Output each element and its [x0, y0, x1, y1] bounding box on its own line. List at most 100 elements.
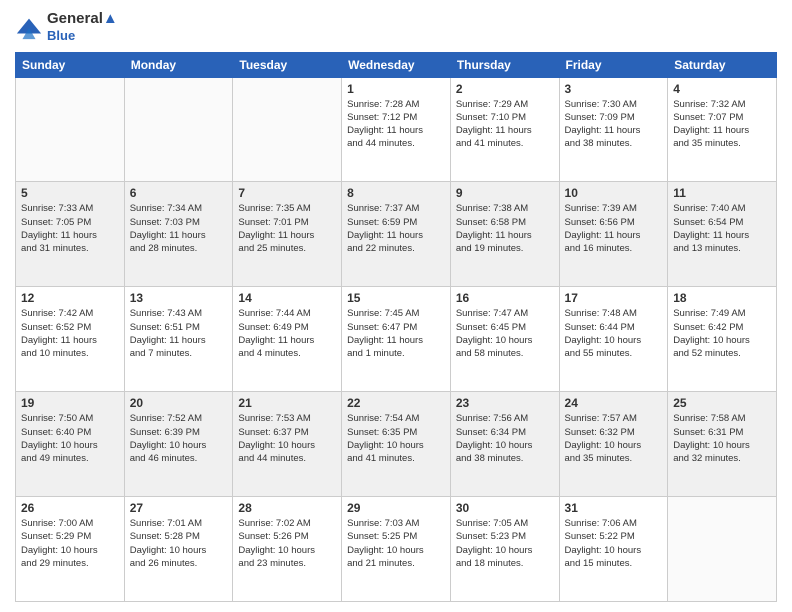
- logo-text: General▲ Blue: [47, 10, 118, 44]
- weekday-friday: Friday: [559, 52, 668, 77]
- weekday-wednesday: Wednesday: [342, 52, 451, 77]
- day-number: 1: [347, 82, 445, 96]
- day-info: Sunrise: 7:40 AM Sunset: 6:54 PM Dayligh…: [673, 202, 771, 255]
- calendar-table: SundayMondayTuesdayWednesdayThursdayFrid…: [15, 52, 777, 602]
- day-info: Sunrise: 7:52 AM Sunset: 6:39 PM Dayligh…: [130, 412, 228, 465]
- day-cell: 20 Sunrise: 7:52 AM Sunset: 6:39 PM Dayli…: [124, 392, 233, 497]
- day-info: Sunrise: 7:39 AM Sunset: 6:56 PM Dayligh…: [565, 202, 663, 255]
- day-info: Sunrise: 7:29 AM Sunset: 7:10 PM Dayligh…: [456, 98, 554, 151]
- weekday-saturday: Saturday: [668, 52, 777, 77]
- day-cell: 30 Sunrise: 7:05 AM Sunset: 5:23 PM Dayli…: [450, 497, 559, 602]
- day-info: Sunrise: 7:34 AM Sunset: 7:03 PM Dayligh…: [130, 202, 228, 255]
- day-info: Sunrise: 7:53 AM Sunset: 6:37 PM Dayligh…: [238, 412, 336, 465]
- page: General▲ Blue SundayMondayTuesdayWednesd…: [0, 0, 792, 612]
- day-cell: [668, 497, 777, 602]
- day-cell: 3 Sunrise: 7:30 AM Sunset: 7:09 PM Daylig…: [559, 77, 668, 182]
- day-number: 29: [347, 501, 445, 515]
- day-info: Sunrise: 7:58 AM Sunset: 6:31 PM Dayligh…: [673, 412, 771, 465]
- day-number: 4: [673, 82, 771, 96]
- week-row-4: 19Sunrise: 7:50 AM Sunset: 6:40 PM Dayli…: [16, 392, 777, 497]
- day-cell: 7Sunrise: 7:35 AM Sunset: 7:01 PM Daylig…: [233, 182, 342, 287]
- day-cell: 16Sunrise: 7:47 AM Sunset: 6:45 PM Dayli…: [450, 287, 559, 392]
- day-cell: 13 Sunrise: 7:43 AM Sunset: 6:51 PM Dayli…: [124, 287, 233, 392]
- weekday-monday: Monday: [124, 52, 233, 77]
- day-number: 12: [21, 291, 119, 305]
- day-info: Sunrise: 7:06 AM Sunset: 5:22 PM Dayligh…: [565, 517, 663, 570]
- day-number: 24: [565, 396, 663, 410]
- day-cell: [16, 77, 125, 182]
- day-number: 20: [130, 396, 228, 410]
- logo-icon: [15, 13, 43, 41]
- day-cell: 22Sunrise: 7:54 AM Sunset: 6:35 PM Dayli…: [342, 392, 451, 497]
- day-cell: 15 Sunrise: 7:45 AM Sunset: 6:47 PM Dayli…: [342, 287, 451, 392]
- day-cell: [233, 77, 342, 182]
- day-info: Sunrise: 7:57 AM Sunset: 6:32 PM Dayligh…: [565, 412, 663, 465]
- day-number: 28: [238, 501, 336, 515]
- day-info: Sunrise: 7:00 AM Sunset: 5:29 PM Dayligh…: [21, 517, 119, 570]
- day-cell: [124, 77, 233, 182]
- day-number: 8: [347, 186, 445, 200]
- weekday-sunday: Sunday: [16, 52, 125, 77]
- day-cell: 21 Sunrise: 7:53 AM Sunset: 6:37 PM Dayli…: [233, 392, 342, 497]
- day-cell: 25 Sunrise: 7:58 AM Sunset: 6:31 PM Dayli…: [668, 392, 777, 497]
- day-cell: 9 Sunrise: 7:38 AM Sunset: 6:58 PM Daylig…: [450, 182, 559, 287]
- day-info: Sunrise: 7:45 AM Sunset: 6:47 PM Dayligh…: [347, 307, 445, 360]
- day-info: Sunrise: 7:30 AM Sunset: 7:09 PM Dayligh…: [565, 98, 663, 151]
- day-number: 17: [565, 291, 663, 305]
- day-number: 3: [565, 82, 663, 96]
- weekday-thursday: Thursday: [450, 52, 559, 77]
- day-info: Sunrise: 7:05 AM Sunset: 5:23 PM Dayligh…: [456, 517, 554, 570]
- day-cell: 1 Sunrise: 7:28 AM Sunset: 7:12 PM Daylig…: [342, 77, 451, 182]
- day-info: Sunrise: 7:35 AM Sunset: 7:01 PM Dayligh…: [238, 202, 336, 255]
- day-number: 21: [238, 396, 336, 410]
- day-number: 31: [565, 501, 663, 515]
- day-cell: 24 Sunrise: 7:57 AM Sunset: 6:32 PM Dayli…: [559, 392, 668, 497]
- week-row-3: 12Sunrise: 7:42 AM Sunset: 6:52 PM Dayli…: [16, 287, 777, 392]
- day-number: 11: [673, 186, 771, 200]
- day-cell: 6Sunrise: 7:34 AM Sunset: 7:03 PM Daylig…: [124, 182, 233, 287]
- day-info: Sunrise: 7:01 AM Sunset: 5:28 PM Dayligh…: [130, 517, 228, 570]
- day-cell: 31 Sunrise: 7:06 AM Sunset: 5:22 PM Dayli…: [559, 497, 668, 602]
- day-cell: 14Sunrise: 7:44 AM Sunset: 6:49 PM Dayli…: [233, 287, 342, 392]
- day-cell: 17 Sunrise: 7:48 AM Sunset: 6:44 PM Dayli…: [559, 287, 668, 392]
- day-info: Sunrise: 7:37 AM Sunset: 6:59 PM Dayligh…: [347, 202, 445, 255]
- week-row-5: 26Sunrise: 7:00 AM Sunset: 5:29 PM Dayli…: [16, 497, 777, 602]
- day-info: Sunrise: 7:43 AM Sunset: 6:51 PM Dayligh…: [130, 307, 228, 360]
- day-number: 23: [456, 396, 554, 410]
- day-info: Sunrise: 7:56 AM Sunset: 6:34 PM Dayligh…: [456, 412, 554, 465]
- day-number: 10: [565, 186, 663, 200]
- weekday-tuesday: Tuesday: [233, 52, 342, 77]
- day-info: Sunrise: 7:48 AM Sunset: 6:44 PM Dayligh…: [565, 307, 663, 360]
- day-cell: 5 Sunrise: 7:33 AM Sunset: 7:05 PM Daylig…: [16, 182, 125, 287]
- day-cell: 18Sunrise: 7:49 AM Sunset: 6:42 PM Dayli…: [668, 287, 777, 392]
- day-cell: 10 Sunrise: 7:39 AM Sunset: 6:56 PM Dayli…: [559, 182, 668, 287]
- day-info: Sunrise: 7:38 AM Sunset: 6:58 PM Dayligh…: [456, 202, 554, 255]
- day-info: Sunrise: 7:02 AM Sunset: 5:26 PM Dayligh…: [238, 517, 336, 570]
- day-info: Sunrise: 7:33 AM Sunset: 7:05 PM Dayligh…: [21, 202, 119, 255]
- day-info: Sunrise: 7:50 AM Sunset: 6:40 PM Dayligh…: [21, 412, 119, 465]
- weekday-header-row: SundayMondayTuesdayWednesdayThursdayFrid…: [16, 52, 777, 77]
- day-number: 14: [238, 291, 336, 305]
- day-number: 2: [456, 82, 554, 96]
- day-cell: 29 Sunrise: 7:03 AM Sunset: 5:25 PM Dayli…: [342, 497, 451, 602]
- week-row-2: 5 Sunrise: 7:33 AM Sunset: 7:05 PM Daylig…: [16, 182, 777, 287]
- day-number: 13: [130, 291, 228, 305]
- week-row-1: 1 Sunrise: 7:28 AM Sunset: 7:12 PM Daylig…: [16, 77, 777, 182]
- day-info: Sunrise: 7:28 AM Sunset: 7:12 PM Dayligh…: [347, 98, 445, 151]
- day-cell: 19Sunrise: 7:50 AM Sunset: 6:40 PM Dayli…: [16, 392, 125, 497]
- logo: General▲ Blue: [15, 10, 118, 44]
- day-cell: 27 Sunrise: 7:01 AM Sunset: 5:28 PM Dayli…: [124, 497, 233, 602]
- day-number: 25: [673, 396, 771, 410]
- day-number: 18: [673, 291, 771, 305]
- day-info: Sunrise: 7:03 AM Sunset: 5:25 PM Dayligh…: [347, 517, 445, 570]
- day-number: 9: [456, 186, 554, 200]
- day-info: Sunrise: 7:47 AM Sunset: 6:45 PM Dayligh…: [456, 307, 554, 360]
- day-info: Sunrise: 7:32 AM Sunset: 7:07 PM Dayligh…: [673, 98, 771, 151]
- day-cell: 12Sunrise: 7:42 AM Sunset: 6:52 PM Dayli…: [16, 287, 125, 392]
- day-number: 30: [456, 501, 554, 515]
- day-number: 15: [347, 291, 445, 305]
- day-number: 5: [21, 186, 119, 200]
- day-cell: 28 Sunrise: 7:02 AM Sunset: 5:26 PM Dayli…: [233, 497, 342, 602]
- day-cell: 23 Sunrise: 7:56 AM Sunset: 6:34 PM Dayli…: [450, 392, 559, 497]
- day-number: 27: [130, 501, 228, 515]
